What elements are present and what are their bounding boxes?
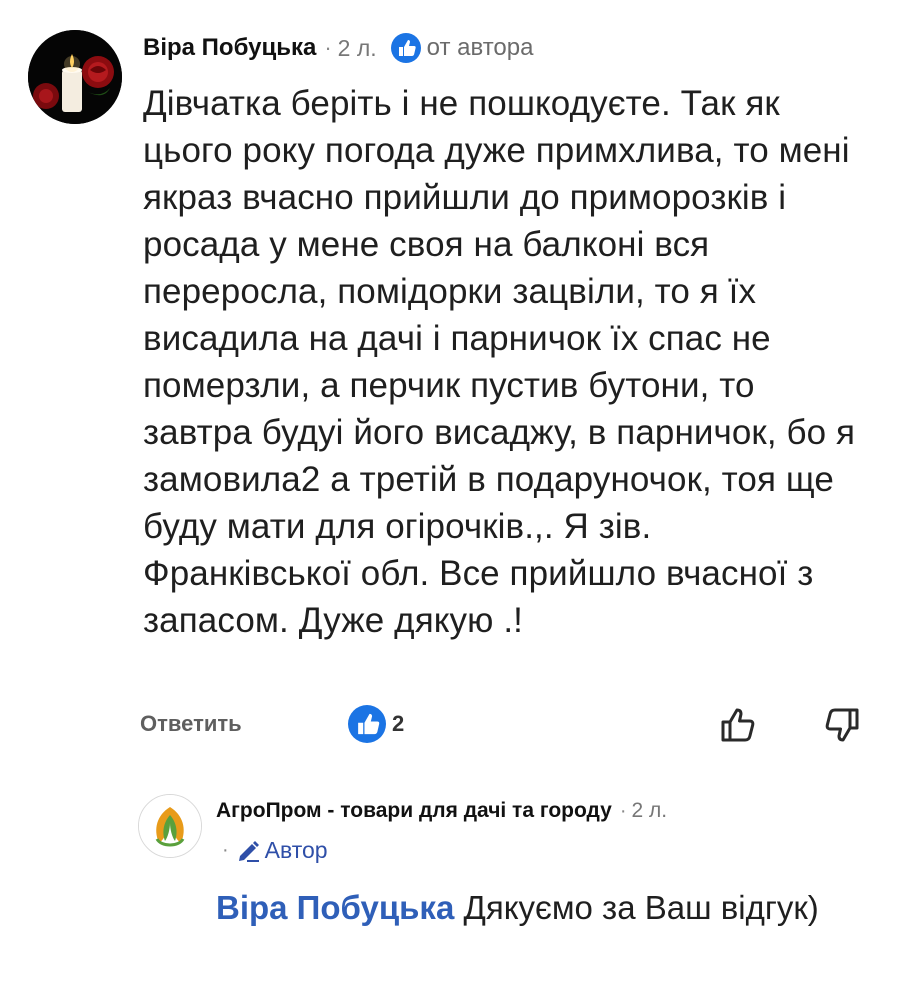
comment-text: Дівчатка беріть і не пошкодуєте. Так як … [143,84,856,640]
reply-button[interactable]: Ответить [140,711,242,737]
comment-author[interactable]: Віра Побуцька [143,34,316,62]
thumbs-down-outline-icon[interactable] [822,705,862,745]
avatar[interactable] [138,794,202,858]
reply-meta: АгроПром - товари для дачі та городу · 2… [216,796,667,826]
comment-actions: Ответить 2 [140,705,870,749]
agroprom-logo [139,795,201,857]
pencil-icon [238,841,259,862]
mention-link[interactable]: Віра Побуцька [216,889,454,926]
separator: · [324,35,332,60]
reply-message: Дякуємо за Ваш відгук) [463,889,819,926]
reply-text: Віра Побуцька Дякуємо за Ваш відгук) [216,885,836,931]
comment-meta: Віра Побуцька · 2 л. от автора [143,32,533,64]
reply-author[interactable]: АгроПром - товари для дачі та городу [216,799,612,823]
like-count: 2 [392,711,405,736]
author-badge: Автор [264,836,328,863]
separator: · [619,799,627,822]
thumbs-up-filled-icon [348,705,386,743]
likes-summary[interactable]: 2 [348,705,404,743]
comment-time[interactable]: 2 л. [338,35,377,62]
thumbs-up-filled-icon [390,33,421,63]
reply-time[interactable]: 2 л. [631,799,667,823]
author-like-label: от автора [426,34,534,61]
separator: · [222,838,229,861]
author-badge-row: · Автор [222,835,328,865]
candle-roses-image [28,30,122,124]
thumbs-up-outline-icon[interactable] [718,705,758,745]
avatar[interactable] [28,30,122,124]
